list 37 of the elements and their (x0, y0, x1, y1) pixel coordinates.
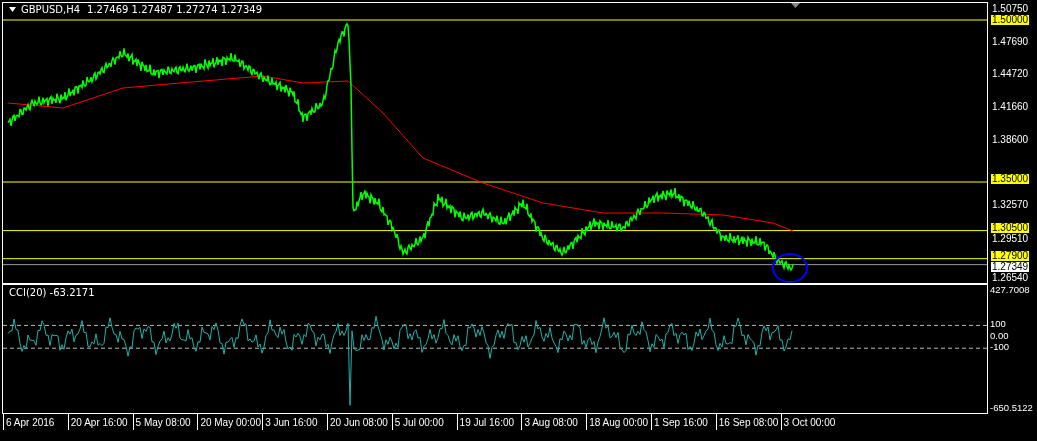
indicator-title: CCI(20) -63.2171 (9, 287, 95, 298)
time-axis-label: 20 May 00:00 (197, 414, 263, 430)
price-axis-label: 1.44720 (991, 69, 1030, 79)
indicator-axis-label: -650.5122 (990, 402, 1033, 414)
chart-symbol: GBPUSD,H4 (21, 4, 81, 15)
price-axis-label: 1.38600 (991, 135, 1030, 146)
time-axis-label: 5 Jul 00:00 (391, 414, 457, 430)
price-axis-label: 1.29510 (991, 233, 1030, 244)
level-price-label: 1.50000 (991, 14, 1030, 25)
time-axis-label: 6 Apr 2016 (3, 414, 68, 430)
indicator-axis-label: 100 (990, 318, 1006, 331)
indicator-axis-label: 427.7008 (990, 284, 1030, 296)
time-axis-label: 1 Sep 16:00 (650, 414, 716, 430)
ohlc-values: 1.27469 1.27487 1.27274 1.27349 (87, 4, 263, 15)
level-price-label: 1.30500 (991, 222, 1030, 233)
time-axis-label: 3 Oct 00:00 (780, 414, 846, 430)
price-axis-label: 1.26540 (991, 272, 1030, 283)
price-axis-label: 1.41660 (991, 102, 1030, 113)
indicator-axis-label: 0.00 (990, 329, 1009, 342)
price-axis-label: 1.50750 (991, 3, 1030, 14)
current-price-label: 1.27349 (991, 261, 1030, 272)
indicator-axis-label: -100 (990, 341, 1009, 354)
time-axis-label: 20 Apr 16:00 (67, 414, 133, 430)
time-axis-label: 20 Jun 08:00 (327, 414, 392, 430)
time-axis-label: 3 Aug 08:00 (521, 414, 587, 430)
time-axis-label: 3 Jun 16:00 (262, 414, 327, 430)
time-axis-label: 5 May 08:00 (132, 414, 198, 430)
dropdown-triangle-icon[interactable] (9, 7, 16, 12)
time-axis-label: 18 Aug 00:00 (586, 414, 651, 430)
highlight-circle (772, 253, 808, 283)
level-price-label: 1.35000 (991, 174, 1030, 184)
shift-marker-icon[interactable] (791, 3, 800, 8)
level-price-label: 1.27900 (991, 250, 1030, 261)
time-axis-label: 19 Jul 16:00 (456, 414, 522, 430)
price-axis-label: 1.47690 (991, 36, 1030, 47)
time-axis-label: 16 Sep 08:00 (715, 414, 781, 430)
price-axis-label: 1.32570 (991, 200, 1030, 211)
